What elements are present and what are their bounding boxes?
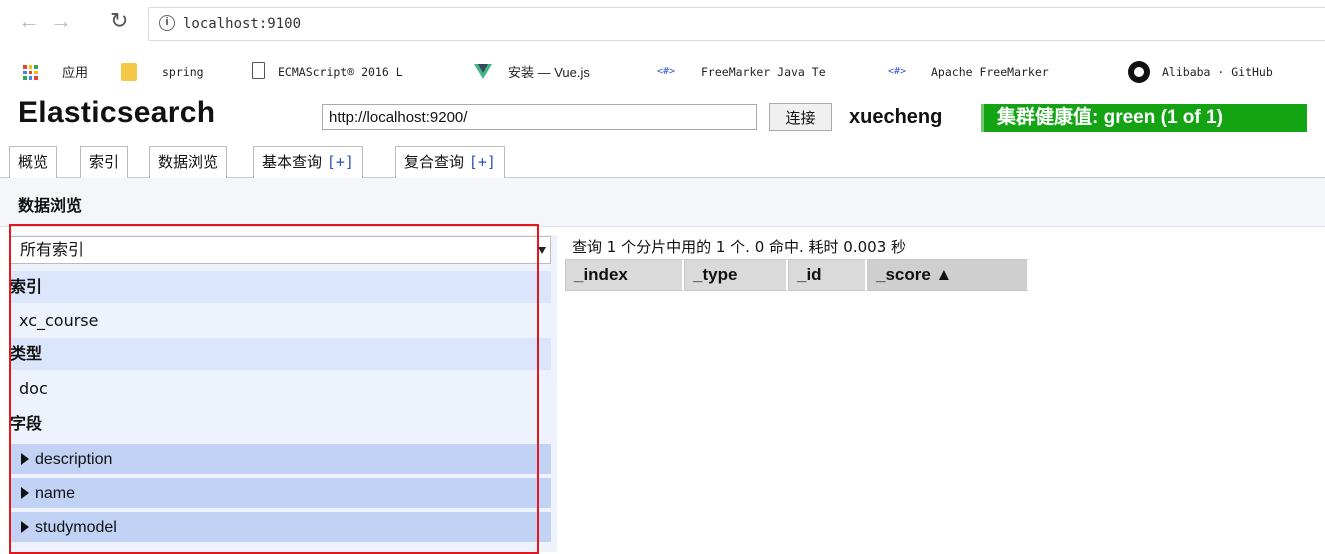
- apps-grid-icon[interactable]: [23, 65, 38, 80]
- folder-icon: [121, 63, 137, 81]
- page-icon: [252, 62, 265, 79]
- tab-label: 基本查询: [262, 153, 323, 171]
- back-arrow-icon[interactable]: ←: [18, 8, 40, 34]
- tab-label: 复合查询: [404, 153, 465, 171]
- section-header: 数据浏览: [0, 178, 1325, 227]
- type-item-doc[interactable]: doc: [9, 373, 551, 405]
- tab-basic-query[interactable]: 基本查询 [+]: [253, 146, 363, 178]
- column-header-score[interactable]: _score ▲: [867, 259, 1029, 291]
- bookmark-ecmascript[interactable]: ECMAScript® 2016 L: [278, 65, 458, 79]
- dropdown-arrow-icon: [538, 247, 546, 254]
- tab-plus: [+]: [326, 153, 354, 171]
- tab-label: 数据浏览: [158, 153, 219, 171]
- cluster-health-badge: 集群健康值: green (1 of 1): [981, 104, 1307, 132]
- field-name: description: [35, 451, 113, 468]
- info-icon[interactable]: i: [159, 15, 175, 31]
- bookmark-freemarker-java[interactable]: FreeMarker Java Te: [701, 65, 886, 79]
- type-group-label: 类型: [9, 338, 551, 370]
- column-header-type[interactable]: _type: [684, 259, 788, 291]
- tab-indices[interactable]: 索引: [80, 146, 129, 178]
- reload-icon[interactable]: ↻: [110, 8, 128, 34]
- expand-triangle-icon: [21, 453, 29, 465]
- index-group-label: 索引: [9, 271, 551, 303]
- app-header: Elasticsearch 连接 xuecheng 集群健康值: green (…: [0, 94, 1325, 136]
- expand-triangle-icon: [21, 521, 29, 533]
- results-table-header: _index _type _id _score ▲: [565, 259, 1029, 291]
- query-summary: 查询 1 个分片中用的 1 个. 0 命中. 耗时 0.003 秒: [572, 238, 907, 256]
- address-url: localhost:9100: [183, 16, 302, 32]
- server-url-input[interactable]: [322, 104, 757, 130]
- address-bar[interactable]: i localhost:9100: [148, 7, 1325, 41]
- tab-overview[interactable]: 概览: [9, 146, 58, 178]
- field-item-studymodel[interactable]: studymodel: [9, 512, 551, 544]
- connect-button[interactable]: 连接: [769, 103, 832, 131]
- github-icon: [1128, 61, 1150, 83]
- forward-arrow-icon[interactable]: →: [50, 8, 72, 34]
- index-select-value: 所有索引: [20, 240, 85, 259]
- field-name: name: [35, 485, 76, 502]
- bookmark-spring[interactable]: spring: [162, 65, 204, 79]
- tab-compound-query[interactable]: 复合查询 [+]: [395, 146, 505, 178]
- field-item-description[interactable]: description: [9, 444, 551, 476]
- index-select[interactable]: 所有索引: [9, 236, 551, 264]
- column-header-id[interactable]: _id: [788, 259, 867, 291]
- tab-data-browse[interactable]: 数据浏览: [149, 146, 228, 179]
- browser-toolbar: ← → ↻ i localhost:9100: [0, 0, 1325, 50]
- column-header-index[interactable]: _index: [565, 259, 684, 291]
- field-item-name[interactable]: name: [9, 478, 551, 510]
- index-item-xc-course[interactable]: xc_course: [9, 305, 551, 337]
- bookmarks-bar: 应用 spring ECMAScript® 2016 L 安装 — Vue.js…: [0, 50, 1325, 94]
- section-title: 数据浏览: [18, 196, 83, 215]
- freemarker-icon: <#>: [657, 66, 676, 77]
- freemarker-icon: <#>: [888, 66, 907, 77]
- tab-label: 索引: [89, 153, 120, 171]
- app-title: Elasticsearch: [18, 96, 216, 129]
- bookmark-apache-freemarker[interactable]: Apache FreeMarker: [931, 65, 1111, 79]
- tab-plus: [+]: [468, 153, 496, 171]
- vue-logo-icon: [474, 64, 492, 79]
- field-name: studymodel: [35, 519, 117, 536]
- bookmark-vue[interactable]: 安装 — Vue.js: [508, 62, 590, 81]
- bookmark-apps[interactable]: 应用: [62, 62, 88, 81]
- cluster-name: xuecheng: [849, 106, 943, 128]
- expand-triangle-icon: [21, 487, 29, 499]
- bookmark-alibaba-github[interactable]: Alibaba · GitHub: [1162, 65, 1322, 79]
- tab-label: 概览: [18, 153, 49, 171]
- field-group-label: 字段: [10, 414, 43, 433]
- main-tabs: 概览 索引 数据浏览 基本查询 [+] 复合查询 [+]: [0, 142, 1325, 179]
